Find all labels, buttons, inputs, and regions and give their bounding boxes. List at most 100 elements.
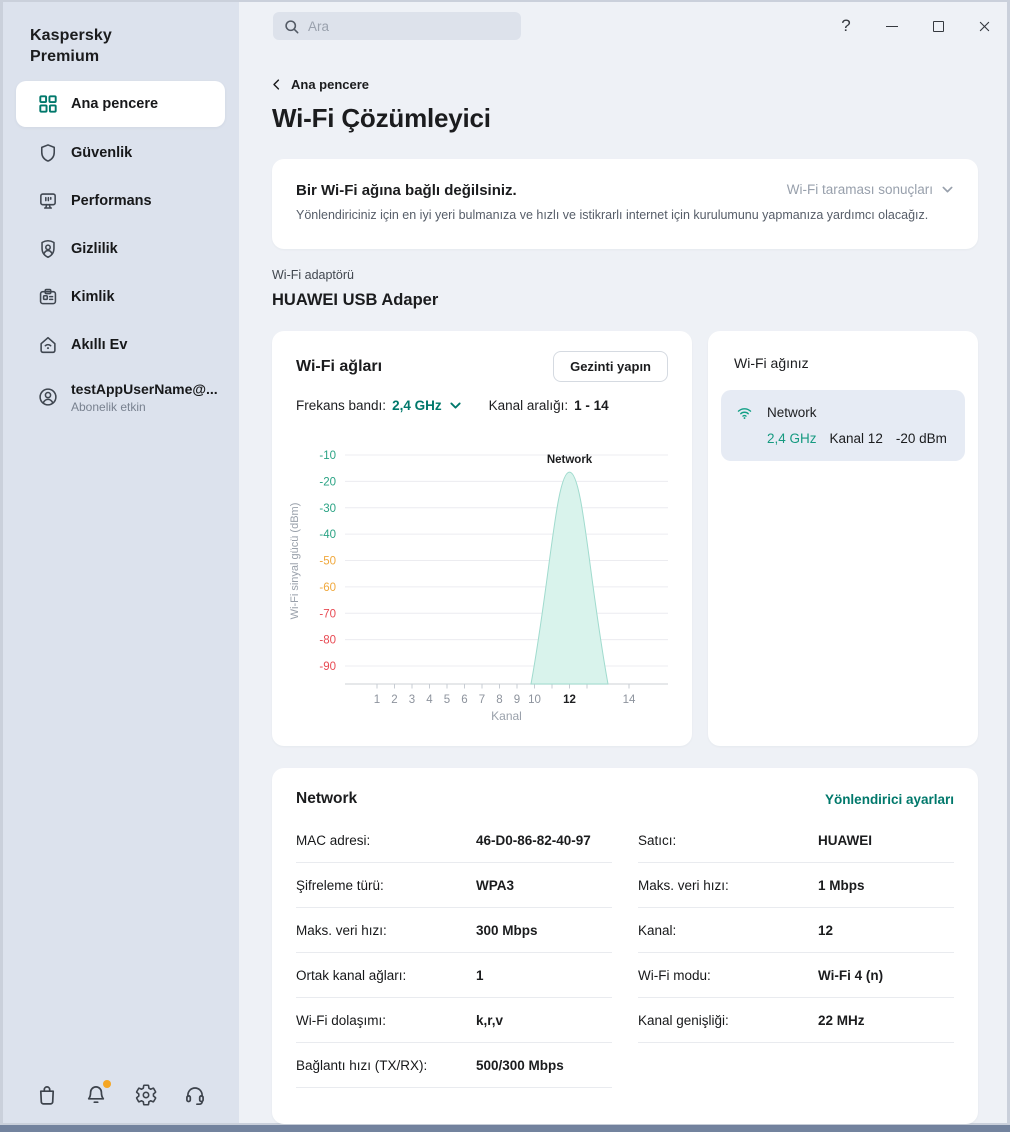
site-survey-button[interactable]: Gezinti yapın xyxy=(553,351,668,382)
search-input[interactable] xyxy=(308,18,511,34)
maximize-button[interactable] xyxy=(915,10,961,42)
connection-banner: Bir Wi-Fi ağına bağlı değilsiniz. Wi-Fi … xyxy=(272,159,978,249)
detail-value: k,r,v xyxy=(476,1012,504,1028)
detail-label: MAC adresi: xyxy=(296,832,371,848)
notifications-icon[interactable] xyxy=(84,1080,112,1107)
channel-range-label: Kanal aralığı: xyxy=(488,398,569,413)
detail-label: Şifreleme türü: xyxy=(296,877,384,893)
detail-label: Wi-Fi dolaşımı: xyxy=(296,1012,387,1028)
help-icon: ? xyxy=(841,16,851,35)
settings-icon[interactable] xyxy=(134,1083,158,1107)
wifi-icon xyxy=(737,408,752,419)
sidebar-item-privacy[interactable]: Gizlilik xyxy=(16,225,225,273)
details-column-left: MAC adresi: 46-D0-86-82-40-97 Şifreleme … xyxy=(296,818,612,1088)
scan-results-label: Wi-Fi taraması sonuçları xyxy=(786,182,933,197)
maximize-icon xyxy=(932,20,944,32)
scan-results-dropdown[interactable]: Wi-Fi taraması sonuçları xyxy=(787,182,954,197)
wifi-channels-chart: -10 -20 -30 -40 -50 -60 -70 -80 -90 Wi-Fi sinyal … xyxy=(289,450,668,723)
sidebar-item-label: Güvenlik xyxy=(71,145,133,161)
svg-text:-90: -90 xyxy=(319,661,336,673)
svg-text:-30: -30 xyxy=(319,503,336,515)
breadcrumb-label: Ana pencere xyxy=(291,77,370,92)
detail-label: Wi-Fi modu: xyxy=(638,967,711,983)
detail-value: HUAWEI xyxy=(818,832,872,848)
detail-row: Maks. veri hızı: 1 Mbps xyxy=(638,863,954,908)
sidebar-item-performance[interactable]: Performans xyxy=(16,177,225,225)
detail-value: 12 xyxy=(818,922,834,938)
privacy-icon xyxy=(37,238,59,260)
sidebar-item-label: Performans xyxy=(71,193,152,209)
sidebar-item-security[interactable]: Güvenlik xyxy=(16,129,225,177)
page-title: Wi-Fi Çözümleyici xyxy=(272,103,491,133)
svg-text:3: 3 xyxy=(409,694,415,706)
detail-value: 1 Mbps xyxy=(818,877,865,893)
router-settings-link[interactable]: Yönlendirici ayarları xyxy=(825,792,954,807)
wifi-networks-card: Wi-Fi ağları Gezinti yapın Frekans bandı… xyxy=(272,331,692,746)
notification-dot xyxy=(103,1080,112,1088)
detail-label: Kanal: xyxy=(638,922,677,938)
svg-text:-70: -70 xyxy=(319,608,336,620)
detail-label: Satıcı: xyxy=(638,832,677,848)
network-band: 2,4 GHz xyxy=(767,431,817,446)
svg-text:2: 2 xyxy=(391,694,397,706)
smart-home-icon xyxy=(37,334,59,356)
svg-text:14: 14 xyxy=(623,694,636,706)
details-title: Network xyxy=(296,790,358,807)
channel-range-value: 1 - 14 xyxy=(574,398,609,413)
sidebar-item-label: Gizlilik xyxy=(71,241,118,257)
close-button[interactable] xyxy=(961,10,1007,42)
svg-text:Wi-Fi sinyal gücü (dBm): Wi-Fi sinyal gücü (dBm) xyxy=(289,503,301,620)
svg-text:-60: -60 xyxy=(319,582,336,594)
svg-text:6: 6 xyxy=(461,694,467,706)
topbar: ? xyxy=(239,2,1007,50)
svg-text:9: 9 xyxy=(514,694,520,706)
detail-value: 46-D0-86-82-40-97 xyxy=(476,832,591,848)
svg-text:7: 7 xyxy=(479,694,485,706)
detail-label: Maks. veri hızı: xyxy=(296,922,387,938)
detail-value: 22 MHz xyxy=(818,1012,865,1028)
svg-text:5: 5 xyxy=(444,694,450,706)
band-select[interactable]: 2,4 GHz xyxy=(392,398,462,413)
sidebar-item-label: Kimlik xyxy=(71,289,115,305)
sidebar-item-label: Ana pencere xyxy=(71,96,159,112)
network-list-item[interactable]: Network 2,4 GHz Kanal 12 -20 dBm xyxy=(721,390,965,461)
adapter-name: HUAWEI USB Adaper xyxy=(272,291,439,309)
sidebar-item-label: Akıllı Ev xyxy=(71,337,128,353)
detail-row: Satıcı: HUAWEI xyxy=(638,818,954,863)
minimize-icon xyxy=(886,25,898,27)
svg-text:-40: -40 xyxy=(319,529,336,541)
sidebar-item-label: testAppUserName@... xyxy=(71,380,218,397)
network-channel: Kanal 12 xyxy=(829,431,883,446)
minimize-button[interactable] xyxy=(869,10,915,42)
sidebar-item-identity[interactable]: Kimlik xyxy=(16,273,225,321)
band-value: 2,4 GHz xyxy=(392,398,442,413)
adapter-label: Wi-Fi adaptörü xyxy=(272,268,354,282)
chart-series-label: Network xyxy=(547,454,593,466)
breadcrumb[interactable]: Ana pencere xyxy=(272,77,369,92)
svg-text:10: 10 xyxy=(528,694,541,706)
sidebar-item-main-window[interactable]: Ana pencere xyxy=(16,81,225,127)
detail-value: 300 Mbps xyxy=(476,922,538,938)
details-column-right: Satıcı: HUAWEI Maks. veri hızı: 1 Mbps K… xyxy=(638,818,954,1088)
detail-label: Bağlantı hızı (TX/RX): xyxy=(296,1057,428,1073)
banner-title: Bir Wi-Fi ağına bağlı değilsiniz. xyxy=(296,182,517,199)
detail-row: Kanal genişliği: 22 MHz xyxy=(638,998,954,1043)
detail-label: Ortak kanal ağları: xyxy=(296,967,407,983)
window-controls: ? xyxy=(823,10,1007,42)
cards-row: Wi-Fi ağları Gezinti yapın Frekans bandı… xyxy=(272,331,978,746)
network-details-card: Network Yönlendirici ayarları MAC adresi… xyxy=(272,768,978,1124)
networks-card-title: Wi-Fi ağları xyxy=(296,357,383,375)
main-area: ? Ana pencere Wi-Fi Çözümleyici Bir Wi-F… xyxy=(239,2,1007,1124)
banner-description: Yönlendiriciniz için en iyi yeri bulmanı… xyxy=(296,208,929,222)
sidebar-item-account[interactable]: testAppUserName@... Abonelik etkin xyxy=(16,369,225,425)
store-icon[interactable] xyxy=(35,1083,59,1107)
detail-value: Wi-Fi 4 (n) xyxy=(818,967,884,983)
monitor-icon xyxy=(37,190,59,212)
sidebar-item-smart-home[interactable]: Akıllı Ev xyxy=(16,321,225,369)
support-icon[interactable] xyxy=(183,1083,207,1107)
sidebar-item-sublabel: Abonelik etkin xyxy=(71,399,146,414)
detail-row: Şifreleme türü: WPA3 xyxy=(296,863,612,908)
svg-text:8: 8 xyxy=(496,694,502,706)
help-button[interactable]: ? xyxy=(823,10,869,42)
brand-logo: Kaspersky Premium xyxy=(30,27,112,66)
